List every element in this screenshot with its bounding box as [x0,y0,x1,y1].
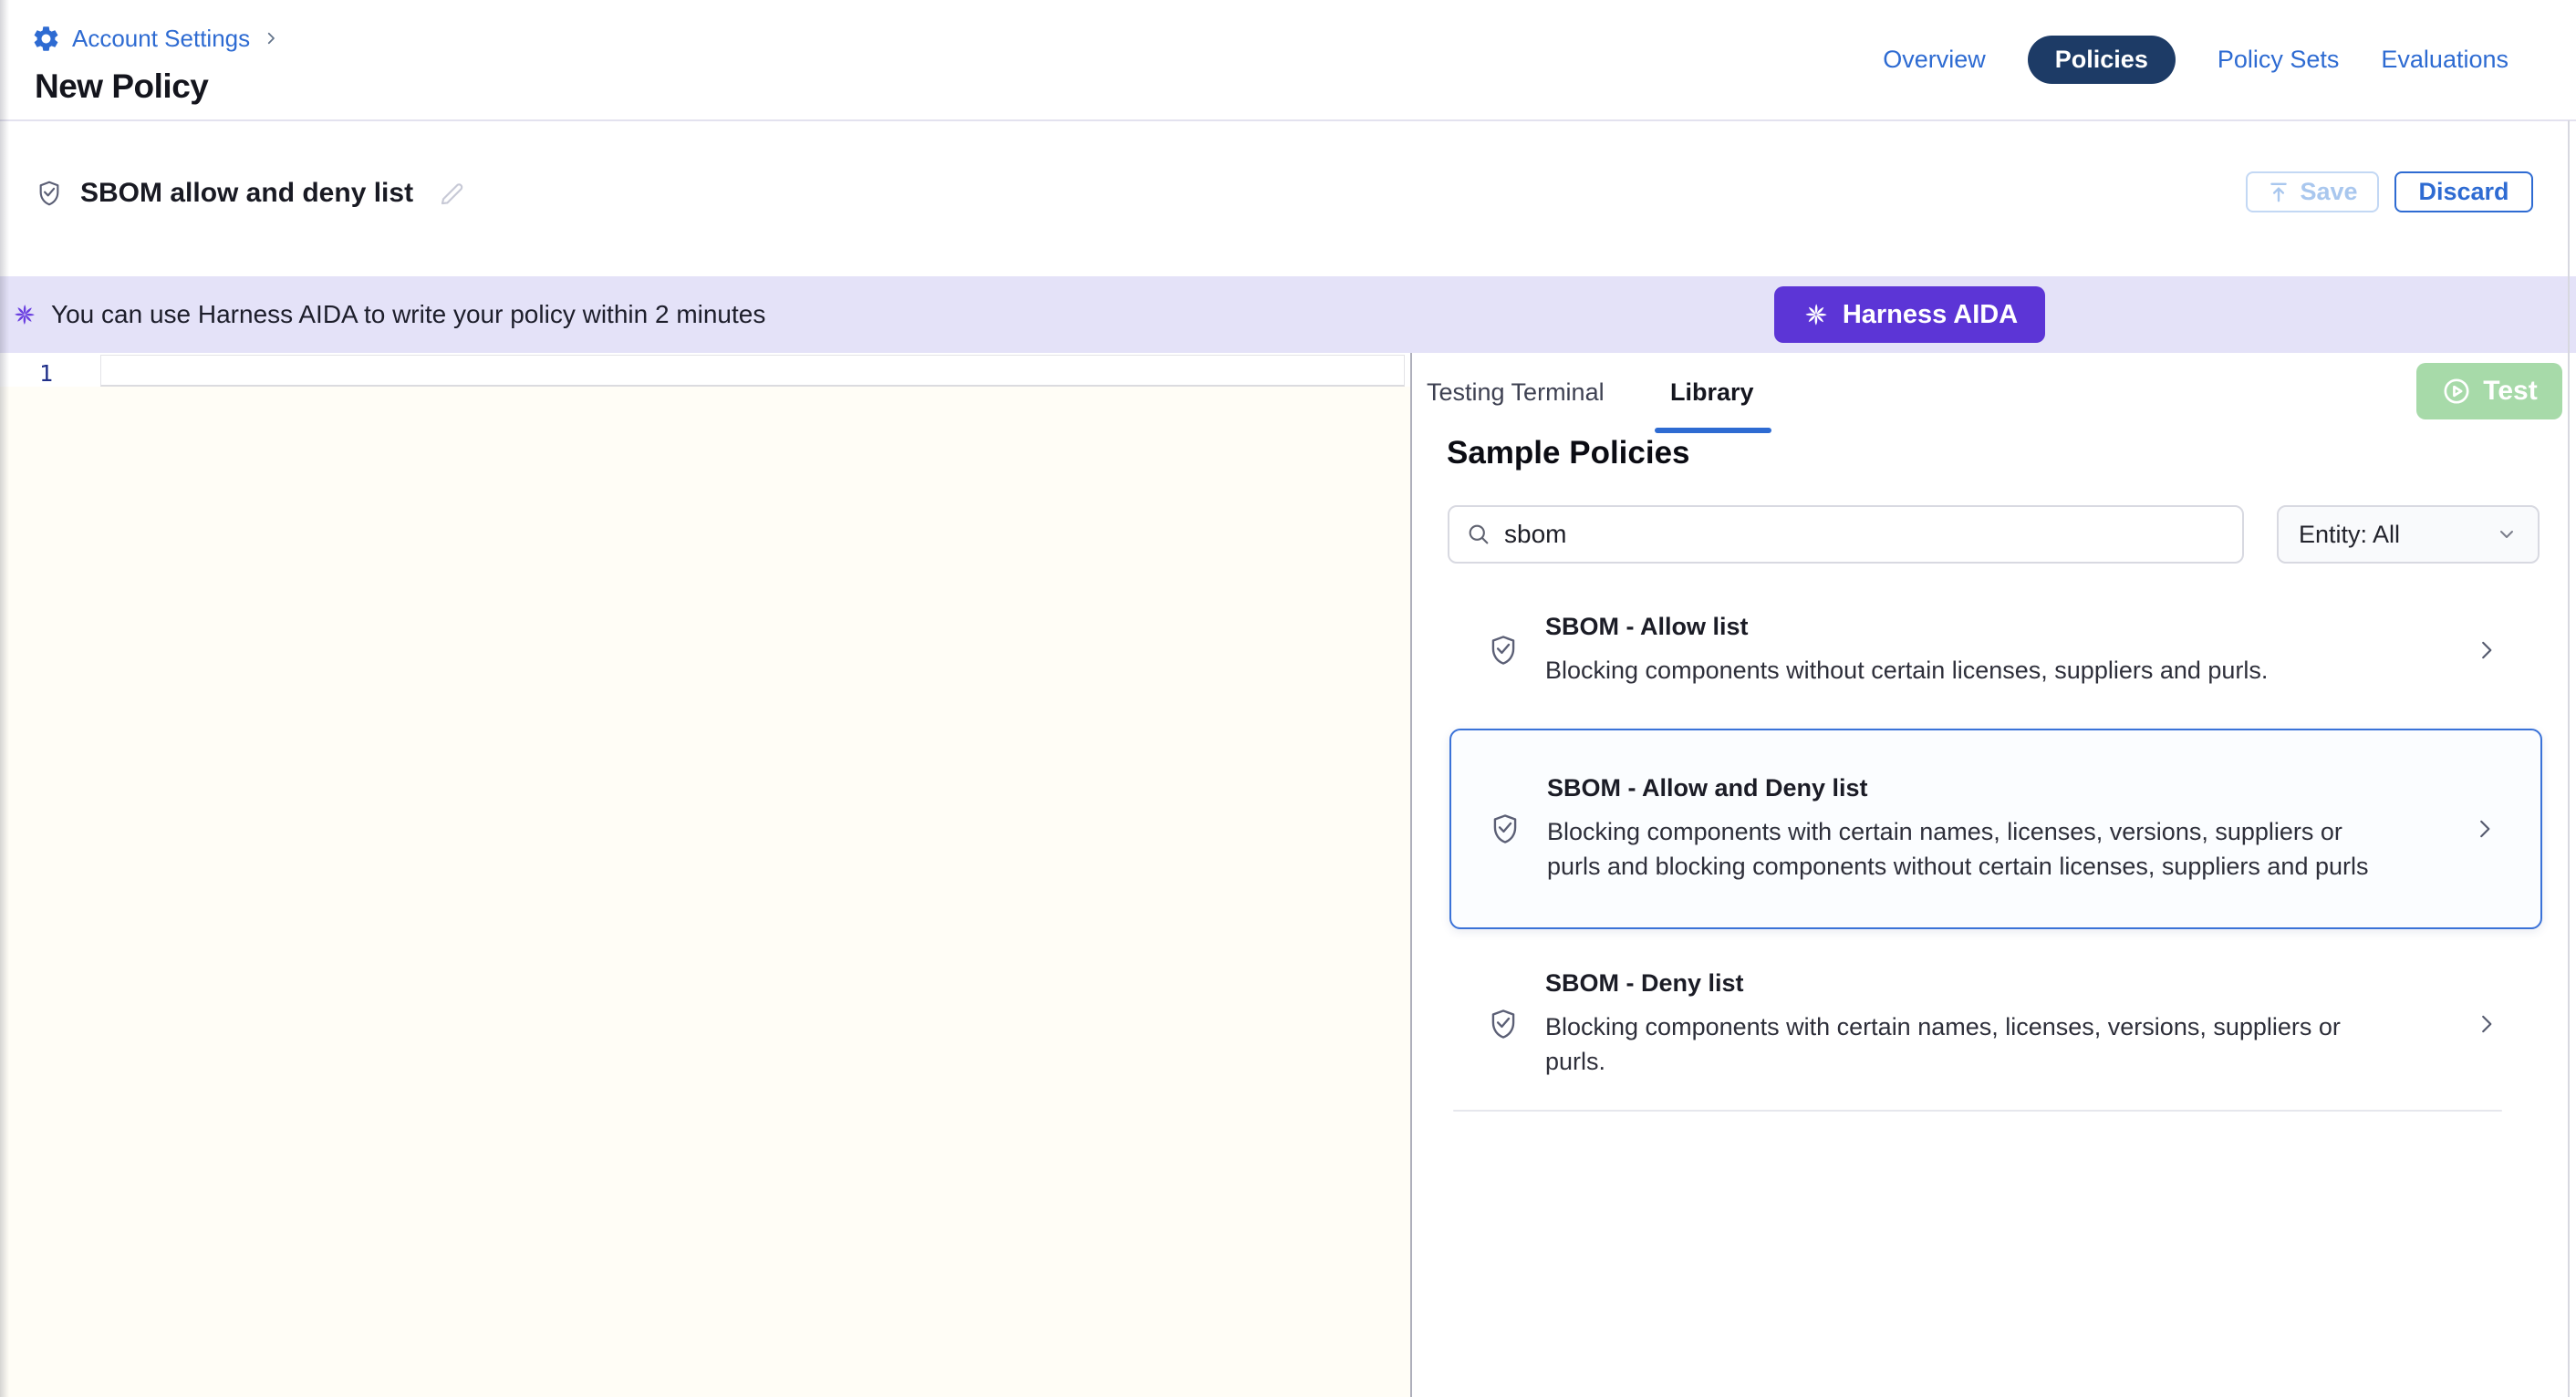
editor-background [0,387,1410,1397]
active-tab-underline [1655,428,1771,433]
tab-policy-sets[interactable]: Policy Sets [2218,46,2340,74]
breadcrumb[interactable]: Account Settings [31,23,279,54]
shield-check-icon [1486,1006,1521,1042]
shield-check-icon [35,178,64,209]
entity-filter-dropdown[interactable]: Entity: All [2277,505,2540,564]
editor-current-line[interactable] [100,355,1405,387]
tab-library[interactable]: Library [1670,378,1754,407]
policy-card-text: SBOM - Deny list Blocking components wit… [1545,969,2384,1079]
search-icon [1466,522,1491,547]
aida-flower-icon [11,301,38,328]
tab-testing-terminal[interactable]: Testing Terminal [1427,378,1605,407]
policy-card-title: SBOM - Allow and Deny list [1547,774,2386,802]
harness-aida-button-label: Harness AIDA [1843,300,2018,330]
policy-name: SBOM allow and deny list [80,178,413,209]
policy-toolbar: SBOM allow and deny list Save Discard [0,121,2576,276]
chevron-right-icon[interactable] [2475,638,2498,662]
pencil-icon[interactable] [437,178,468,209]
chevron-right-icon[interactable] [2475,1012,2498,1036]
policy-search[interactable] [1448,505,2244,564]
policy-card-title: SBOM - Deny list [1545,969,2384,998]
save-button-label: Save [2300,178,2357,206]
editor-line-number: 1 [0,360,53,387]
tab-evaluations[interactable]: Evaluations [2381,46,2508,74]
aida-banner-message-group: You can use Harness AIDA to write your p… [11,300,765,329]
toolbar-actions: Save Discard [2246,171,2533,212]
policy-card-text: SBOM - Allow list Blocking components wi… [1545,613,2268,688]
policy-card-description: Blocking components without certain lice… [1545,653,2268,688]
discard-button[interactable]: Discard [2394,171,2533,212]
policy-editor-screen: Account Settings New Policy Overview Pol… [0,0,2576,1397]
page-right-border [2568,120,2570,1397]
tab-overview[interactable]: Overview [1883,46,1986,74]
page-header: Account Settings New Policy Overview Pol… [0,0,2576,120]
save-button[interactable]: Save [2246,171,2379,212]
library-panel: Testing Terminal Library Test Sample Pol… [1412,353,2568,1397]
shield-check-icon [1486,632,1521,668]
policy-card-sbom-deny-list[interactable]: SBOM - Deny list Blocking components wit… [1449,948,2542,1099]
breadcrumb-chevron-icon [263,30,279,47]
upload-icon [2267,181,2290,204]
page-title: New Policy [35,67,208,106]
policy-card-description: Blocking components with certain names, … [1545,1009,2384,1079]
sample-policies-heading: Sample Policies [1447,435,1690,471]
policy-card-text: SBOM - Allow and Deny list Blocking comp… [1547,774,2386,884]
policy-title-group: SBOM allow and deny list [35,178,468,209]
tab-policies[interactable]: Policies [2028,36,2176,84]
test-button-label: Test [2483,376,2537,407]
aida-banner-message: You can use Harness AIDA to write your p… [51,300,765,329]
shield-check-icon [1488,811,1522,847]
policy-card-sbom-allow-and-deny-list[interactable]: SBOM - Allow and Deny list Blocking comp… [1449,729,2542,929]
search-input[interactable] [1504,520,2226,549]
module-nav-tabs: Overview Policies Policy Sets Evaluation… [1883,36,2508,82]
policy-list-divider [1453,1110,2502,1112]
aida-banner: You can use Harness AIDA to write your p… [0,276,2576,353]
chevron-right-icon[interactable] [2473,817,2497,841]
play-circle-icon [2441,376,2472,407]
entity-filter-label: Entity: All [2299,521,2400,549]
harness-aida-button[interactable]: Harness AIDA [1774,286,2045,343]
breadcrumb-link-account-settings[interactable]: Account Settings [72,25,250,53]
discard-button-label: Discard [2418,178,2508,206]
chevron-down-icon [2496,523,2518,545]
test-button[interactable]: Test [2416,363,2562,419]
policy-card-description: Blocking components with certain names, … [1547,814,2386,884]
aida-flower-icon [1802,300,1831,329]
policy-card-sbom-allow-list[interactable]: SBOM - Allow list Blocking components wi… [1449,593,2542,707]
gear-icon [31,24,61,54]
policy-card-title: SBOM - Allow list [1545,613,2268,641]
policy-code-editor[interactable]: 1 [0,353,1410,1397]
